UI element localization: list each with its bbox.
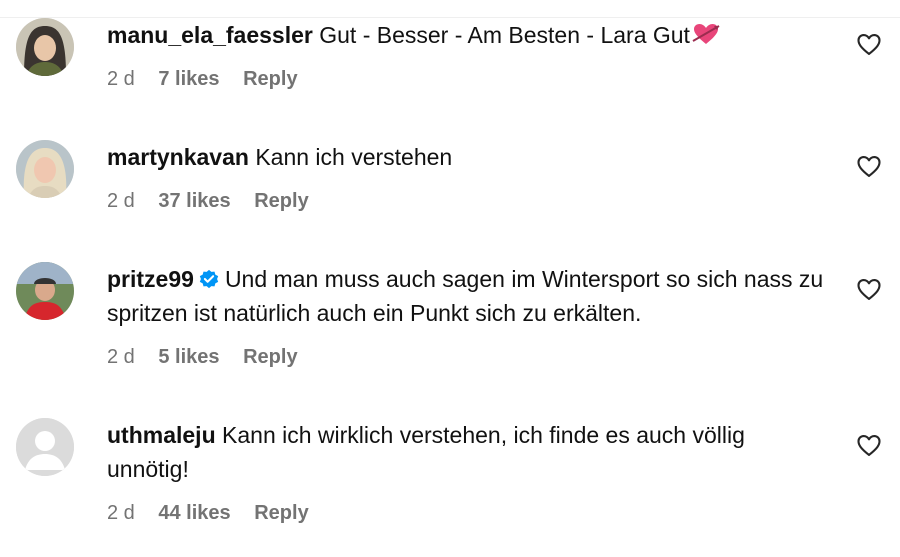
default-avatar-icon (16, 418, 74, 476)
comment-meta: 2 d 44 likes Reply (107, 500, 827, 526)
reply-button[interactable]: Reply (243, 68, 297, 90)
verified-badge-icon (198, 265, 220, 289)
reply-button[interactable]: Reply (254, 190, 308, 212)
comment-meta: 2 d 37 likes Reply (107, 188, 827, 214)
comment-likes[interactable]: 7 likes (158, 68, 219, 90)
heart-arrow-emoji-icon (692, 21, 720, 45)
comment-likes[interactable]: 37 likes (158, 190, 230, 212)
comment-text-block: uthmaleju Kann ich wirklich verstehen, i… (107, 418, 827, 486)
comment-text: Kann ich verstehen (255, 144, 453, 170)
like-button[interactable] (855, 431, 883, 459)
comment-username[interactable]: pritze99 (107, 266, 194, 292)
heart-outline-icon (857, 278, 881, 300)
avatar[interactable] (16, 18, 74, 76)
comment-likes[interactable]: 5 likes (158, 346, 219, 368)
like-button[interactable] (855, 152, 883, 180)
comment-meta: 2 d 7 likes Reply (107, 66, 827, 92)
comment-text: Gut - Besser - Am Besten - Lara Gut (319, 22, 690, 48)
avatar[interactable] (16, 140, 74, 198)
avatar[interactable] (16, 262, 74, 320)
heart-outline-icon (857, 434, 881, 456)
comment-time[interactable]: 2 d (107, 346, 135, 368)
reply-button[interactable]: Reply (243, 346, 297, 368)
avatar[interactable] (16, 418, 74, 476)
comment-text-block: pritze99 Und man muss auch sagen im Winte… (107, 262, 827, 330)
comment-likes[interactable]: 44 likes (158, 502, 230, 524)
heart-outline-icon (857, 155, 881, 177)
comment-time[interactable]: 2 d (107, 502, 135, 524)
comment-time[interactable]: 2 d (107, 190, 135, 212)
heart-outline-icon (857, 33, 881, 55)
comment-text-block: manu_ela_faessler Gut - Besser - Am Best… (107, 18, 827, 52)
comment-username[interactable]: manu_ela_faessler (107, 22, 313, 48)
like-button[interactable] (855, 30, 883, 58)
comment-time[interactable]: 2 d (107, 68, 135, 90)
comment-text-block: martynkavan Kann ich verstehen (107, 140, 827, 174)
like-button[interactable] (855, 275, 883, 303)
comment-username[interactable]: uthmaleju (107, 422, 216, 448)
comment-username[interactable]: martynkavan (107, 144, 249, 170)
reply-button[interactable]: Reply (254, 502, 308, 524)
comment-meta: 2 d 5 likes Reply (107, 344, 827, 370)
